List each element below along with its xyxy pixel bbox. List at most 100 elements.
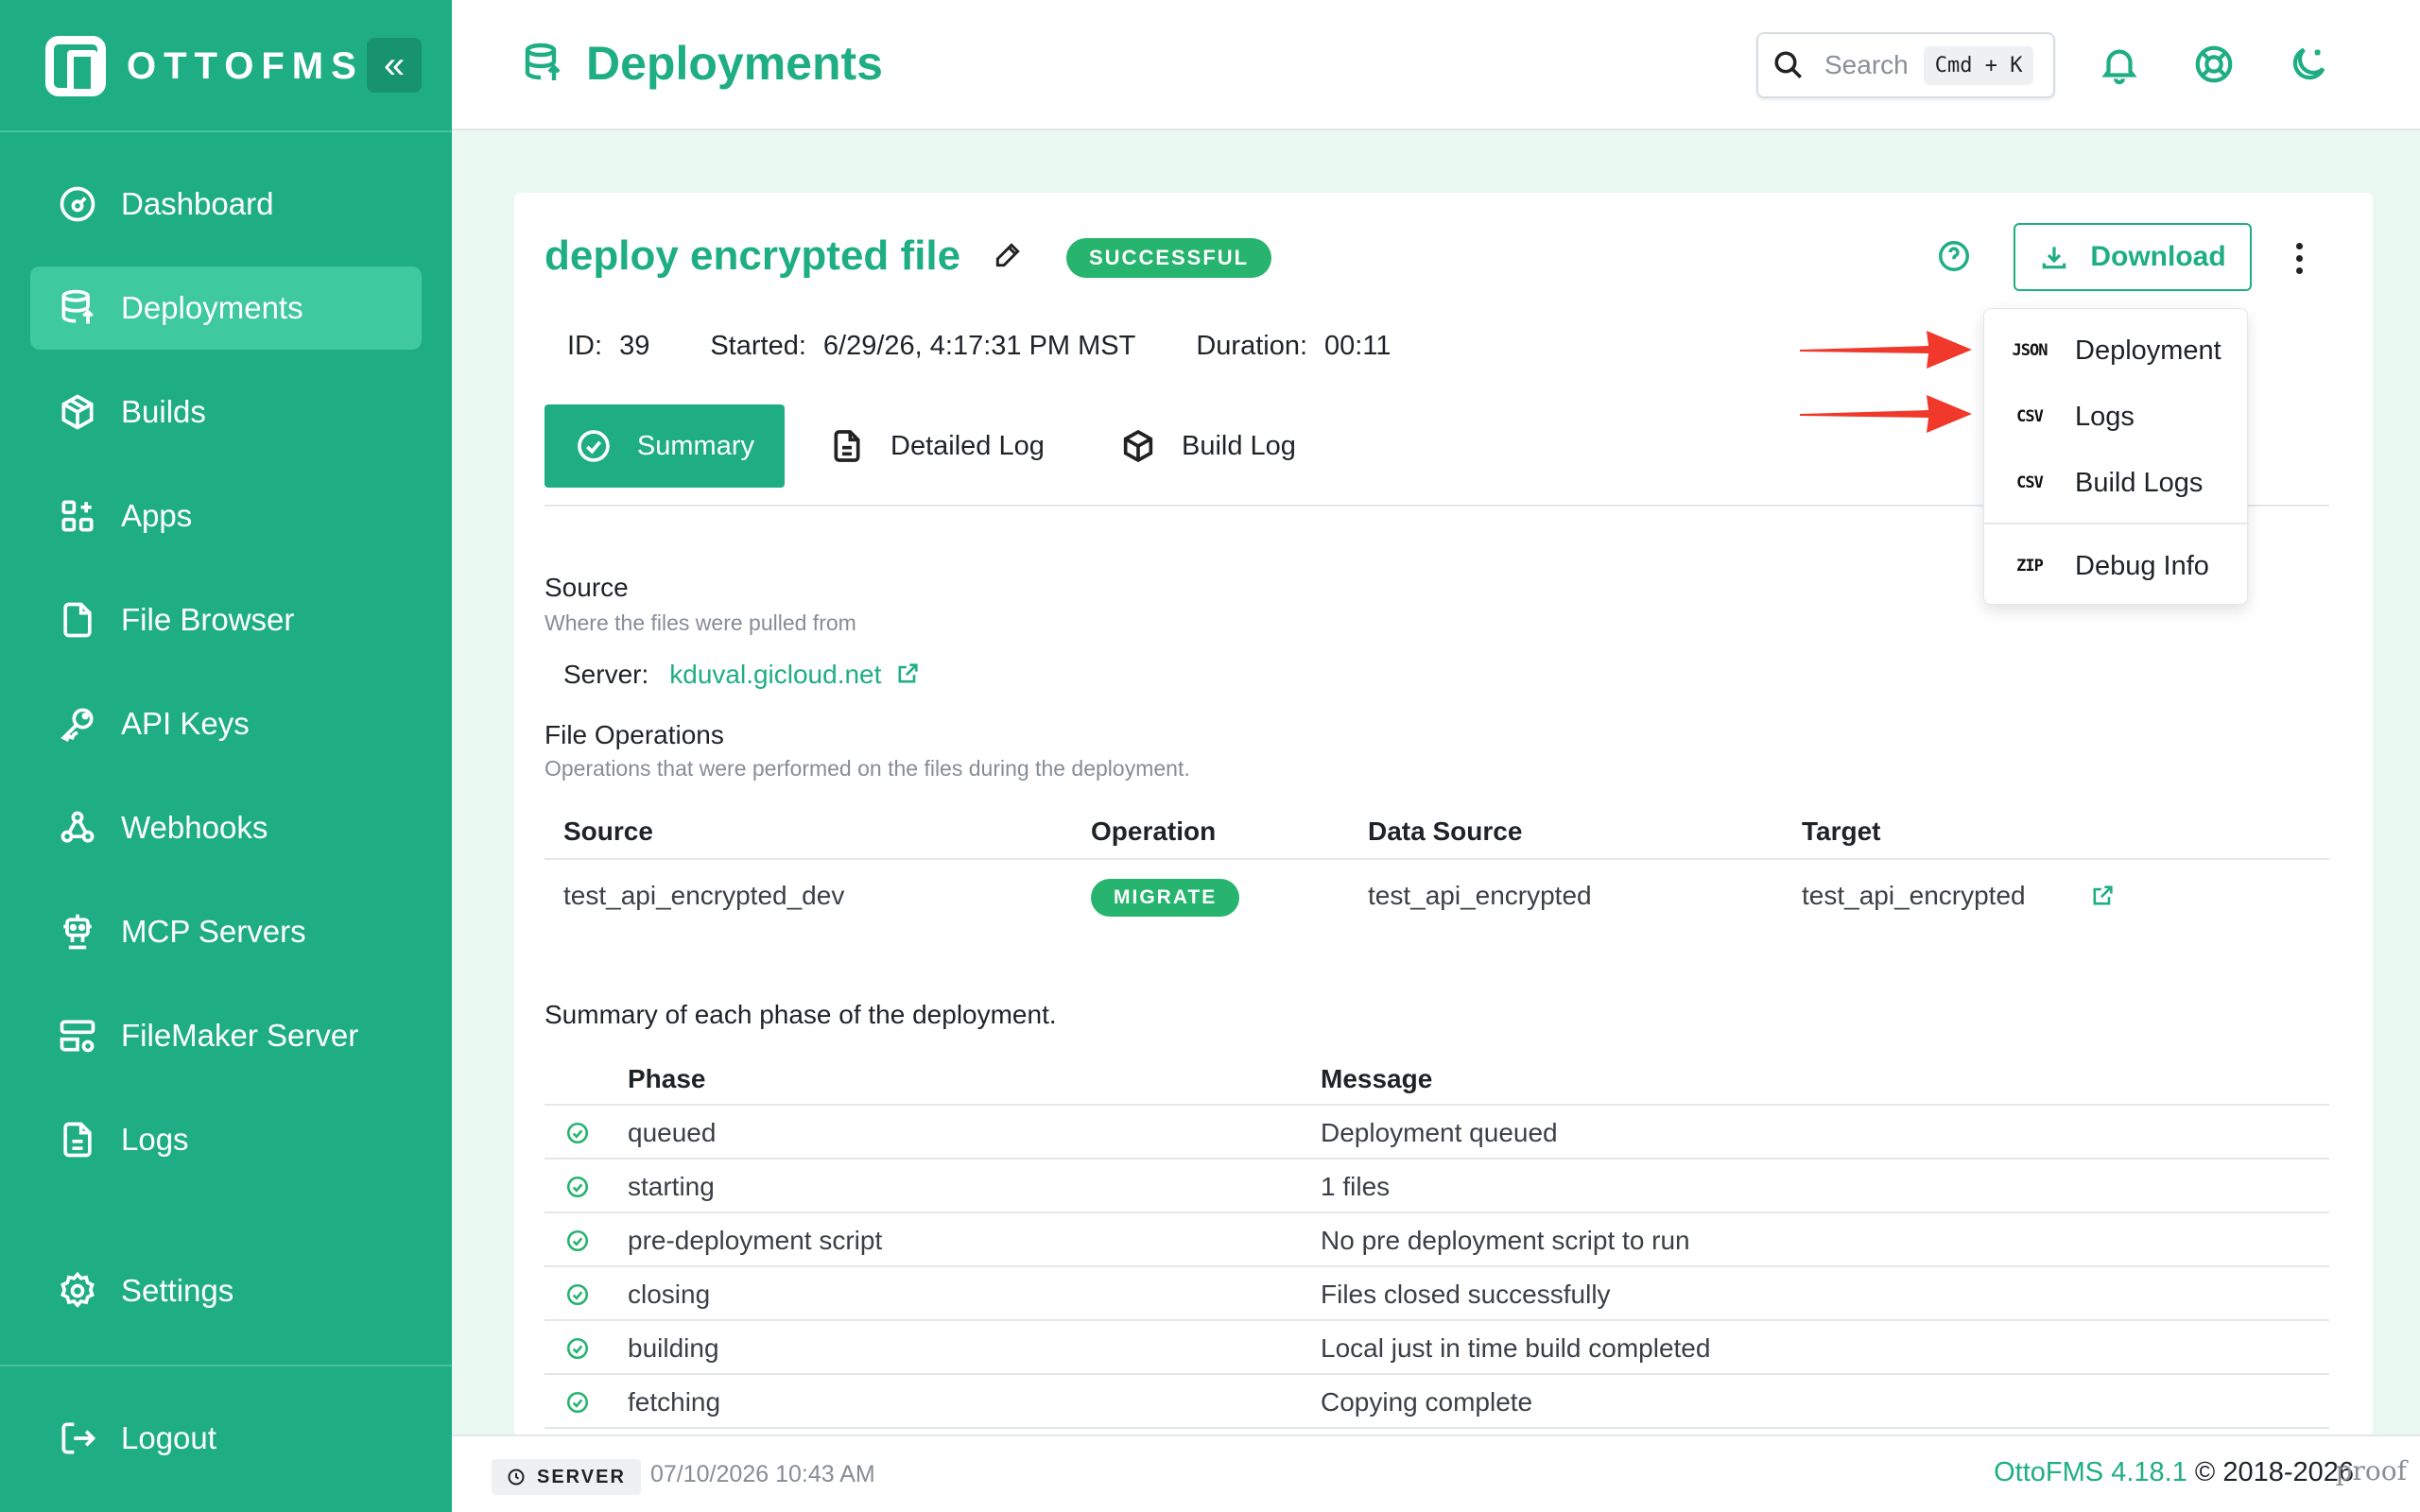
sidebar-item-logs[interactable]: Logs xyxy=(30,1098,422,1181)
menu-item-download-deployment[interactable]: JSON Deployment xyxy=(1984,322,2249,379)
column-header-phase: Phase xyxy=(628,1064,706,1093)
help-circle-icon[interactable] xyxy=(1936,238,1976,278)
key-icon xyxy=(55,701,100,747)
server-chip-label: SERVER xyxy=(537,1466,626,1487)
sidebar-item-apps[interactable]: Apps xyxy=(30,474,422,558)
table-row: queued Deployment queued xyxy=(544,1106,2329,1160)
sidebar-divider xyxy=(0,1365,452,1366)
document-icon xyxy=(55,1117,100,1162)
id-label: ID: xyxy=(567,331,603,361)
deployment-name: deploy encrypted file xyxy=(544,232,961,279)
sidebar-divider xyxy=(0,130,452,132)
bell-icon[interactable] xyxy=(2093,38,2146,91)
column-header-source: Source xyxy=(563,816,653,846)
sidebar-item-webhooks[interactable]: Webhooks xyxy=(30,786,422,869)
sidebar-item-filemaker-server[interactable]: FileMaker Server xyxy=(30,994,422,1077)
brand-name: OTTOFMS xyxy=(127,44,364,87)
phase-message: Files closed successfully xyxy=(1321,1280,1611,1309)
sidebar: OTTOFMS « Dashboard Deployments Builds A… xyxy=(0,0,452,1512)
help-lifebuoy-icon[interactable] xyxy=(2187,38,2240,91)
version-info: OttoFMS 4.18.1 © 2018-2026 xyxy=(1994,1457,2354,1488)
brand-logo[interactable]: OTTOFMS xyxy=(45,34,364,98)
gauge-icon xyxy=(55,181,100,227)
menu-item-label: Build Logs xyxy=(2075,467,2204,498)
tab-label: Build Log xyxy=(1182,430,1296,461)
sidebar-item-builds[interactable]: Builds xyxy=(30,370,422,454)
tab-build-log[interactable]: Build Log xyxy=(1119,404,1296,488)
sidebar-item-logout[interactable]: Logout xyxy=(30,1397,422,1480)
top-header: Deployments Search Cmd + K xyxy=(452,0,2420,130)
search-input[interactable]: Search Cmd + K xyxy=(1756,32,2055,98)
table-row: building Local just in time build comple… xyxy=(544,1321,2329,1375)
sidebar-item-label: Logout xyxy=(121,1420,216,1455)
check-circle-icon xyxy=(565,1390,590,1415)
theme-moon-icon[interactable] xyxy=(2282,38,2335,91)
table-row: fetching Copying complete xyxy=(544,1375,2329,1429)
tab-summary[interactable]: Summary xyxy=(544,404,785,488)
document-icon xyxy=(834,430,860,462)
table-row: closing Files closed successfully xyxy=(544,1267,2329,1321)
file-icon xyxy=(55,597,100,643)
source-title: Source xyxy=(544,573,629,602)
sidebar-item-api-keys[interactable]: API Keys xyxy=(30,682,422,765)
more-options-button[interactable] xyxy=(2280,232,2318,284)
menu-divider xyxy=(1984,523,2249,524)
check-circle-icon xyxy=(578,430,610,462)
phase-message: Local just in time build completed xyxy=(1321,1333,1711,1363)
dot xyxy=(2295,254,2303,262)
csv-file-icon: CSV xyxy=(2016,407,2044,426)
menu-item-download-debug-info[interactable]: ZIP Debug Info xyxy=(1984,538,2249,594)
phase-message: Deployment queued xyxy=(1321,1118,1558,1147)
status-badge: SUCCESSFUL xyxy=(1066,238,1272,278)
phase-name: pre-deployment script xyxy=(628,1226,883,1255)
sidebar-item-label: FileMaker Server xyxy=(121,1018,359,1053)
menu-item-label: Deployment xyxy=(2075,335,2221,366)
edit-pencil-icon[interactable] xyxy=(993,240,1027,274)
server-row: Server: kduval.gicloud.net xyxy=(563,660,923,690)
search-shortcut: Cmd + K xyxy=(1923,45,2034,85)
sidebar-item-label: MCP Servers xyxy=(121,914,306,949)
sidebar-item-label: Apps xyxy=(121,498,193,533)
tab-detailed-log[interactable]: Detailed Log xyxy=(828,404,1045,488)
phase-name: building xyxy=(628,1333,719,1363)
check-circle-icon xyxy=(565,1282,590,1307)
collapse-sidebar-button[interactable]: « xyxy=(367,38,422,93)
started-label: Started: xyxy=(710,331,806,361)
table-divider xyxy=(544,858,2329,860)
column-header-target: Target xyxy=(1802,816,1881,846)
menu-item-download-build-logs[interactable]: CSV Build Logs xyxy=(1984,455,2249,511)
sidebar-item-deployments[interactable]: Deployments xyxy=(30,266,422,350)
annotation-arrow-icon xyxy=(1796,386,1976,433)
annotation-arrow-icon xyxy=(1796,321,1976,369)
cell-data-source: test_api_encrypted xyxy=(1368,881,1592,910)
server-time: 07/10/2026 10:43 AM xyxy=(650,1461,875,1487)
server-link[interactable]: kduval.gicloud.net xyxy=(669,660,881,690)
download-dropdown-menu: JSON Deployment CSV Logs CSV Build Logs … xyxy=(1983,308,2249,605)
phase-name: starting xyxy=(628,1172,715,1201)
copyright: © 2018-2026 xyxy=(2194,1457,2354,1487)
sidebar-item-file-browser[interactable]: File Browser xyxy=(30,578,422,662)
search-placeholder: Search xyxy=(1824,50,1909,79)
menu-item-label: Logs xyxy=(2075,401,2135,432)
webhook-icon xyxy=(55,805,100,850)
table-row: starting 1 files xyxy=(544,1160,2329,1213)
download-label: Download xyxy=(2090,241,2226,272)
proof-logo[interactable]: proof xyxy=(2336,1455,2407,1486)
column-header-data-source: Data Source xyxy=(1368,816,1523,846)
sidebar-item-dashboard[interactable]: Dashboard xyxy=(30,163,422,246)
sidebar-item-mcp-servers[interactable]: MCP Servers xyxy=(30,890,422,973)
box-icon xyxy=(55,389,100,435)
sidebar-item-settings[interactable]: Settings xyxy=(30,1249,422,1332)
external-link-icon[interactable] xyxy=(2089,883,2118,911)
sidebar-item-label: Deployments xyxy=(121,290,303,325)
version-link[interactable]: OttoFMS 4.18.1 xyxy=(1994,1457,2187,1487)
duration-label: Duration: xyxy=(1196,331,1308,361)
menu-item-download-logs[interactable]: CSV Logs xyxy=(1984,388,2249,445)
server-gear-icon xyxy=(55,1013,100,1058)
search-icon xyxy=(1774,51,1803,79)
check-circle-icon xyxy=(565,1175,590,1199)
download-button[interactable]: Download xyxy=(2014,223,2252,291)
external-link-icon[interactable] xyxy=(894,661,923,689)
page-title: Deployments xyxy=(520,36,883,91)
ottofms-logo-icon xyxy=(45,36,106,96)
